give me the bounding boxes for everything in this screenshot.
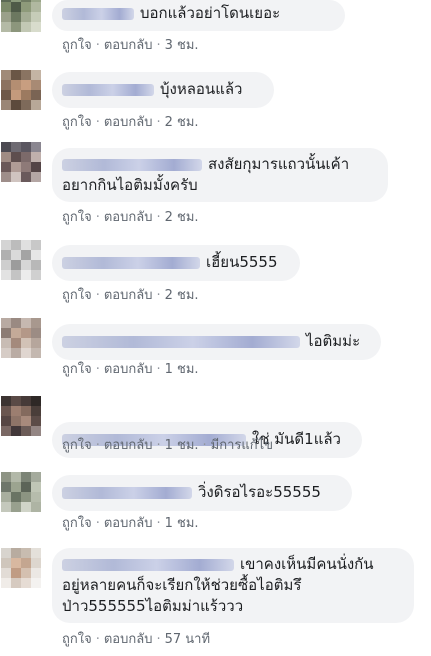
edited-label[interactable]: มีการแก้ไข	[211, 438, 273, 453]
comment-line: เขาคงเห็นมีคนนั่งกัน	[62, 554, 402, 575]
reply-link[interactable]: ตอบกลับ	[104, 362, 153, 377]
separator: ·	[202, 438, 207, 453]
separator: ·	[156, 38, 161, 53]
reply-link[interactable]: ตอบกลับ	[104, 288, 153, 303]
comment-bubble: วิ่งดิรอไรอะ55555	[52, 475, 352, 511]
separator: ·	[95, 288, 100, 303]
comment-text-line3: ป่าว555555ไอติมม่าแร้ววว	[62, 597, 244, 615]
like-link[interactable]: ถูกใจ	[62, 362, 92, 377]
timestamp[interactable]: 2 ชม.	[165, 210, 199, 225]
comment-actions: ถูกใจ · ตอบกลับ · 1 ชม.	[62, 516, 199, 532]
separator: ·	[95, 115, 100, 130]
author-name-blurred[interactable]	[62, 335, 300, 348]
author-name-blurred[interactable]	[62, 486, 192, 499]
comment-bubble: สงสัยกุมารแถวนั้นเค้า อยากกินไอติมมั้งคร…	[52, 148, 388, 202]
comment-bubble: เฮี้ยน5555	[52, 245, 300, 281]
timestamp[interactable]: 3 ชม.	[165, 38, 199, 53]
comment-line: อยากกินไอติมมั้งครับ	[62, 175, 376, 196]
comment-text: ไอติมม่ะ	[306, 332, 361, 350]
comment-actions: ถูกใจ · ตอบกลับ · 2 ชม.	[62, 288, 199, 304]
like-link[interactable]: ถูกใจ	[62, 438, 92, 453]
like-link[interactable]: ถูกใจ	[62, 516, 92, 531]
timestamp[interactable]: 1 ชม.	[165, 438, 199, 453]
reply-link[interactable]: ตอบกลับ	[104, 516, 153, 531]
avatar[interactable]	[1, 548, 41, 588]
comment-actions: ถูกใจ · ตอบกลับ · 57 นาที	[62, 632, 210, 648]
timestamp[interactable]: 1 ชม.	[165, 362, 199, 377]
comment-text: บอกแล้วอย่าโดนเยอะ	[140, 4, 281, 22]
author-name-blurred[interactable]	[62, 7, 134, 20]
separator: ·	[95, 632, 100, 647]
author-name-blurred[interactable]	[62, 256, 200, 269]
author-name-blurred[interactable]	[62, 83, 154, 96]
separator: ·	[95, 38, 100, 53]
like-link[interactable]: ถูกใจ	[62, 38, 92, 53]
comment-line: อยู่หลายคนก็จะเรียกให้ช่วยซื้อไอติมรึ	[62, 575, 402, 596]
avatar[interactable]	[1, 0, 41, 32]
avatar[interactable]	[1, 70, 41, 110]
separator: ·	[156, 362, 161, 377]
separator: ·	[156, 632, 161, 647]
comment-text: เฮี้ยน5555	[206, 253, 278, 271]
comment-bubble: ไอติมม่ะ	[52, 324, 381, 360]
comment-text: วิ่งดิรอไรอะ55555	[198, 483, 321, 501]
comment-text-line2: อยากกินไอติมมั้งครับ	[62, 176, 198, 194]
comment-text-line1: สงสัยกุมารแถวนั้นเค้า	[208, 155, 350, 173]
separator: ·	[95, 438, 100, 453]
comment-actions: ถูกใจ · ตอบกลับ · 2 ชม.	[62, 210, 199, 226]
comment-actions: ถูกใจ · ตอบกลับ · 2 ชม.	[62, 115, 199, 131]
comment-text-line2: อยู่หลายคนก็จะเรียกให้ช่วยซื้อไอติมรึ	[62, 576, 302, 594]
reply-link[interactable]: ตอบกลับ	[104, 632, 153, 647]
comment-bubble: บอกแล้วอย่าโดนเยอะ	[52, 0, 345, 31]
separator: ·	[156, 438, 161, 453]
separator: ·	[95, 362, 100, 377]
comment-line: สงสัยกุมารแถวนั้นเค้า	[62, 154, 376, 175]
separator: ·	[156, 115, 161, 130]
like-link[interactable]: ถูกใจ	[62, 288, 92, 303]
comment-text: บุ้งหลอนแล้ว	[160, 80, 243, 98]
like-link[interactable]: ถูกใจ	[62, 115, 92, 130]
comment-actions: ถูกใจ · ตอบกลับ · 1 ชม.	[62, 362, 199, 378]
like-link[interactable]: ถูกใจ	[62, 632, 92, 647]
avatar[interactable]	[1, 396, 41, 436]
separator: ·	[95, 210, 100, 225]
avatar[interactable]	[1, 318, 41, 358]
author-name-blurred[interactable]	[62, 558, 234, 571]
timestamp[interactable]: 2 ชม.	[165, 288, 199, 303]
timestamp[interactable]: 57 นาที	[165, 632, 210, 647]
comment-line: ป่าว555555ไอติมม่าแร้ววว	[62, 596, 402, 617]
reply-link[interactable]: ตอบกลับ	[104, 115, 153, 130]
author-name-blurred[interactable]	[62, 158, 202, 171]
avatar[interactable]	[1, 142, 41, 182]
comment-bubble: เขาคงเห็นมีคนนั่งกัน อยู่หลายคนก็จะเรียก…	[52, 548, 414, 623]
separator: ·	[156, 210, 161, 225]
timestamp[interactable]: 1 ชม.	[165, 516, 199, 531]
like-link[interactable]: ถูกใจ	[62, 210, 92, 225]
separator: ·	[156, 288, 161, 303]
comment-actions: ถูกใจ · ตอบกลับ · 1 ชม. · มีการแก้ไข	[62, 438, 273, 454]
comment-bubble: บุ้งหลอนแล้ว	[52, 72, 274, 108]
comment-actions: ถูกใจ · ตอบกลับ · 3 ชม.	[62, 38, 199, 54]
timestamp[interactable]: 2 ชม.	[165, 115, 199, 130]
reply-link[interactable]: ตอบกลับ	[104, 438, 153, 453]
separator: ·	[156, 516, 161, 531]
reply-link[interactable]: ตอบกลับ	[104, 38, 153, 53]
avatar[interactable]	[1, 240, 41, 280]
comment-text-line1: เขาคงเห็นมีคนนั่งกัน	[240, 555, 374, 573]
avatar[interactable]	[1, 472, 41, 512]
reply-link[interactable]: ตอบกลับ	[104, 210, 153, 225]
separator: ·	[95, 516, 100, 531]
